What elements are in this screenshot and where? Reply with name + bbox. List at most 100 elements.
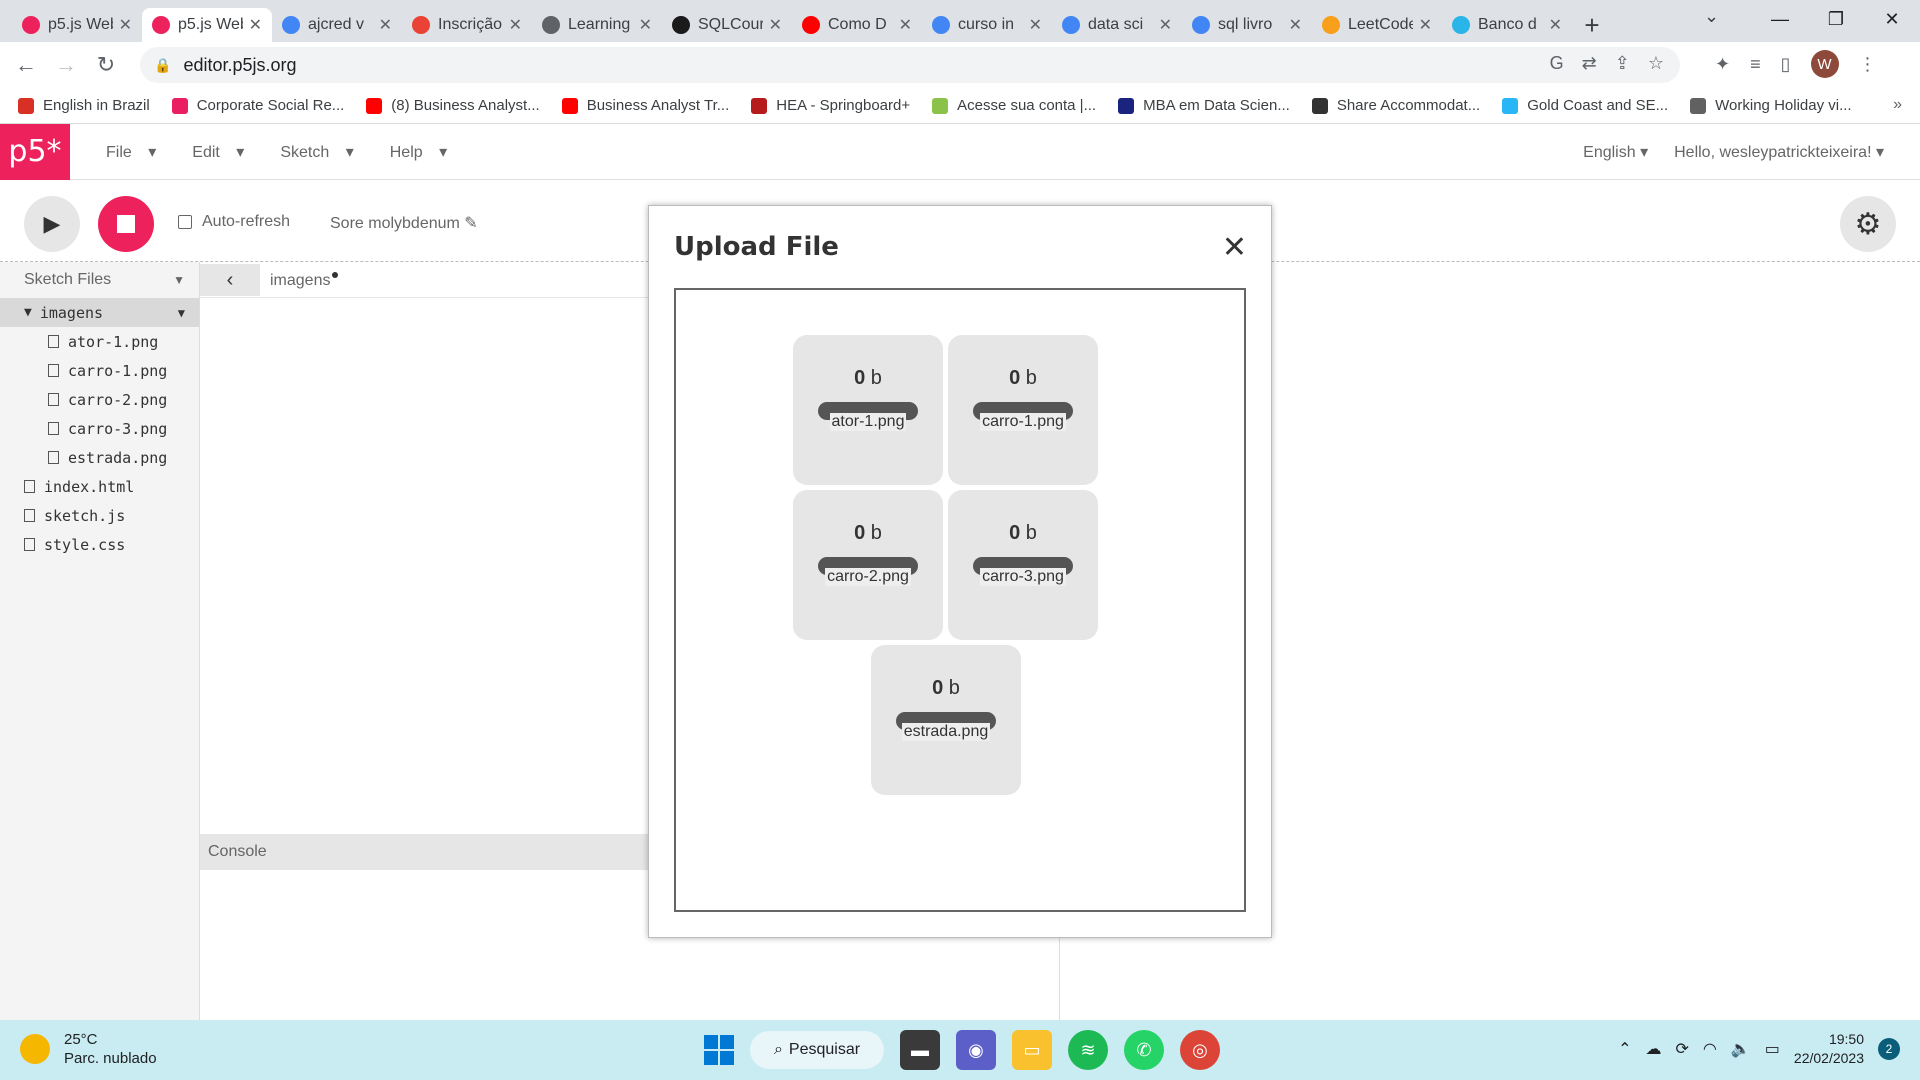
browser-tab[interactable]: Learning ✕: [532, 8, 662, 42]
chrome-icon[interactable]: ◎: [1180, 1030, 1220, 1070]
tab-close-icon[interactable]: ✕: [509, 15, 522, 35]
tab-close-icon[interactable]: ✕: [769, 15, 782, 35]
side-panel-icon[interactable]: ▯: [1781, 54, 1791, 75]
more-bookmarks-icon[interactable]: »: [1893, 96, 1902, 114]
menu-sketch[interactable]: Sketch ▾: [268, 142, 353, 162]
close-icon[interactable]: ✕: [1222, 230, 1247, 265]
file-item[interactable]: style.css: [0, 530, 199, 559]
user-menu[interactable]: Hello, wesleypatrickteixeira! ▾: [1674, 142, 1884, 162]
browser-tab[interactable]: curso in ✕: [922, 8, 1052, 42]
menu-file[interactable]: File ▾: [94, 142, 156, 162]
taskbar-search[interactable]: ⌕ Pesquisar: [750, 1031, 884, 1069]
folder-expand-icon[interactable]: ▼: [24, 305, 32, 320]
browser-tab[interactable]: data sci ✕: [1052, 8, 1182, 42]
browser-tab[interactable]: sql livro ✕: [1182, 8, 1312, 42]
file-item[interactable]: carro-2.png: [0, 385, 199, 414]
back-icon[interactable]: ←: [6, 52, 46, 78]
bookmark-item[interactable]: Acesse sua conta |...: [932, 97, 1096, 114]
tab-close-icon[interactable]: ✕: [639, 15, 652, 35]
tab-search-icon[interactable]: ⌄: [1704, 6, 1719, 27]
tab-close-icon[interactable]: ✕: [1159, 15, 1172, 35]
auto-refresh-toggle[interactable]: Auto-refresh: [178, 213, 290, 231]
share-icon[interactable]: ⇪: [1615, 53, 1630, 74]
bookmark-item[interactable]: English in Brazil: [18, 97, 150, 114]
tab-close-icon[interactable]: ✕: [379, 15, 392, 35]
pencil-icon[interactable]: ✎: [464, 215, 477, 232]
browser-tab[interactable]: p5.js Web Editor ✕: [142, 8, 272, 42]
profile-avatar[interactable]: W: [1810, 50, 1839, 78]
upload-dropzone[interactable]: 0 b ator-1.png 0 b carro-1.png 0 b carro-2.pn…: [674, 288, 1246, 912]
bookmark-item[interactable]: Gold Coast and SE...: [1502, 97, 1668, 114]
tab-close-icon[interactable]: ✕: [1419, 15, 1432, 35]
bookmark-star-icon[interactable]: ☆: [1648, 53, 1664, 74]
bookmark-item[interactable]: Corporate Social Re...: [171, 97, 344, 114]
folder-imagens[interactable]: ▼ imagens ▼: [0, 298, 199, 327]
bookmark-item[interactable]: MBA em Data Scien...: [1118, 97, 1290, 114]
tab-close-icon[interactable]: ✕: [249, 15, 262, 35]
restore-icon[interactable]: ❐: [1808, 0, 1864, 42]
folder-options-icon[interactable]: ▼: [178, 306, 185, 320]
p5-logo[interactable]: p5*: [0, 123, 70, 180]
spotify-icon[interactable]: ≋: [1068, 1030, 1108, 1070]
settings-button[interactable]: ⚙: [1840, 196, 1896, 252]
browser-tab[interactable]: LeetCode ✕: [1312, 8, 1442, 42]
lock-icon[interactable]: 🔒: [154, 57, 171, 74]
sketch-name[interactable]: Sore molybdenum ✎: [330, 213, 478, 233]
clock[interactable]: 19:50 22/02/2023: [1794, 1030, 1864, 1068]
bookmark-item[interactable]: HEA - Springboard+: [751, 97, 910, 114]
stop-button[interactable]: [98, 196, 154, 252]
browser-tab[interactable]: Inscrição ✕: [402, 8, 532, 42]
media-queue-icon[interactable]: ≡: [1750, 54, 1761, 75]
tab-close-icon[interactable]: ✕: [119, 15, 132, 35]
play-button[interactable]: ▶: [24, 196, 80, 252]
file-item[interactable]: carro-1.png: [0, 356, 199, 385]
file-item[interactable]: ator-1.png: [0, 327, 199, 356]
url-input[interactable]: 🔒 editor.p5js.org G ⇄ ⇪ ☆: [140, 47, 1680, 83]
menu-help[interactable]: Help ▾: [378, 142, 447, 162]
task-view-icon[interactable]: ▬: [900, 1030, 940, 1070]
whatsapp-icon[interactable]: ✆: [1124, 1030, 1164, 1070]
windows-start-icon[interactable]: [704, 1035, 734, 1065]
extensions-icon[interactable]: ✦: [1715, 54, 1730, 75]
google-lens-icon[interactable]: G: [1550, 53, 1564, 74]
notification-badge[interactable]: 2: [1878, 1038, 1900, 1060]
reload-icon[interactable]: ↻: [86, 52, 126, 78]
file-item[interactable]: estrada.png: [0, 443, 199, 472]
browser-tab[interactable]: SQLCourse ✕: [662, 8, 792, 42]
bookmark-item[interactable]: Share Accommodat...: [1311, 97, 1480, 114]
tab-close-icon[interactable]: ✕: [1289, 15, 1302, 35]
minimize-icon[interactable]: —: [1752, 0, 1808, 42]
browser-tab[interactable]: p5.js Web Editor ✕: [12, 8, 142, 42]
weather-widget[interactable]: 25°C Parc. nublado: [20, 1030, 157, 1068]
tab-close-icon[interactable]: ✕: [1549, 15, 1562, 35]
browser-tab[interactable]: Como D ✕: [792, 8, 922, 42]
file-item[interactable]: sketch.js: [0, 501, 199, 530]
file-item[interactable]: index.html: [0, 472, 199, 501]
browser-tab[interactable]: ajcred v ✕: [272, 8, 402, 42]
teams-icon[interactable]: ◉: [956, 1030, 996, 1070]
collapse-sidebar-button[interactable]: ‹: [200, 264, 260, 296]
forward-icon[interactable]: →: [46, 52, 86, 78]
onedrive-icon[interactable]: ☁: [1646, 1039, 1662, 1059]
tab-close-icon[interactable]: ✕: [899, 15, 912, 35]
sidebar-options-icon[interactable]: ▼: [173, 273, 185, 287]
close-window-icon[interactable]: ✕: [1864, 0, 1920, 42]
tab-close-icon[interactable]: ✕: [1029, 15, 1042, 35]
wifi-icon[interactable]: ◠: [1703, 1039, 1717, 1059]
browser-tab[interactable]: Banco d ✕: [1442, 8, 1572, 42]
file-item[interactable]: carro-3.png: [0, 414, 199, 443]
translate-icon[interactable]: ⇄: [1582, 53, 1597, 74]
file-explorer-icon[interactable]: ▭: [1012, 1030, 1052, 1070]
bookmark-item[interactable]: Business Analyst Tr...: [561, 97, 729, 114]
chrome-menu-icon[interactable]: ⋮: [1859, 54, 1877, 75]
auto-refresh-checkbox[interactable]: [178, 215, 192, 229]
tray-expand-icon[interactable]: ⌃: [1618, 1039, 1631, 1059]
sync-icon[interactable]: ⟳: [1676, 1039, 1689, 1059]
open-file-tab[interactable]: imagens: [270, 272, 339, 290]
bookmark-item[interactable]: (8) Business Analyst...: [366, 97, 540, 114]
battery-icon[interactable]: ▭: [1765, 1039, 1780, 1059]
bookmark-item[interactable]: Working Holiday vi...: [1690, 97, 1852, 114]
volume-icon[interactable]: 🔈: [1731, 1039, 1751, 1059]
language-menu[interactable]: English ▾: [1583, 142, 1648, 162]
new-tab-button[interactable]: +: [1572, 8, 1612, 42]
